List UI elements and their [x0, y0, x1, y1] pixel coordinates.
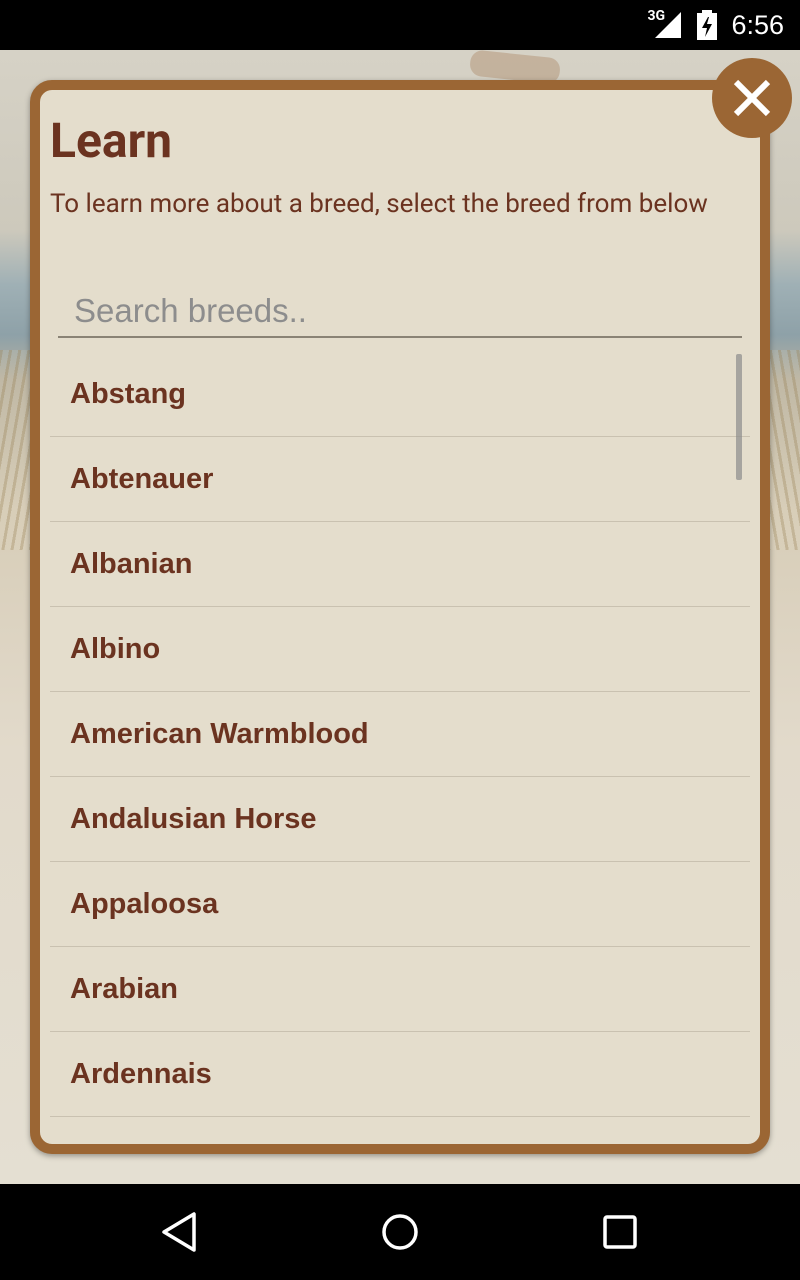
list-item[interactable]: Abstang — [50, 352, 750, 437]
recents-icon — [603, 1215, 637, 1249]
clock: 6:56 — [731, 9, 784, 40]
list-item[interactable]: Albanian — [50, 522, 750, 607]
navigation-bar — [0, 1184, 800, 1280]
recents-button[interactable] — [598, 1210, 642, 1254]
status-bar: 3G 6:56 — [0, 0, 800, 50]
list-item[interactable]: Abtenauer — [50, 437, 750, 522]
dialog-title: Learn — [50, 112, 173, 169]
signal-icon: 3G — [645, 8, 683, 40]
home-icon — [382, 1214, 418, 1250]
close-icon — [733, 79, 771, 117]
list-item[interactable]: Ardennais — [50, 1032, 750, 1117]
back-button[interactable] — [158, 1210, 202, 1254]
dialog-description: To learn more about a breed, select the … — [50, 189, 708, 219]
list-item[interactable]: American Warmblood — [50, 692, 750, 777]
battery-icon — [697, 10, 718, 40]
list-item[interactable]: Albino — [50, 607, 750, 692]
learn-dialog: Learn To learn more about a breed, selec… — [30, 80, 770, 1154]
network-type: 3G — [647, 8, 666, 24]
home-button[interactable] — [378, 1210, 422, 1254]
close-button[interactable] — [712, 58, 792, 138]
list-item[interactable]: Andalusian Horse — [50, 777, 750, 862]
search-input[interactable] — [58, 286, 742, 338]
breed-list[interactable]: Abstang Abtenauer Albanian Albino Americ… — [50, 352, 750, 1132]
list-scrollbar[interactable] — [736, 354, 742, 480]
list-item[interactable]: Appaloosa — [50, 862, 750, 947]
list-item[interactable]: Arabian — [50, 947, 750, 1032]
back-icon — [162, 1212, 196, 1252]
